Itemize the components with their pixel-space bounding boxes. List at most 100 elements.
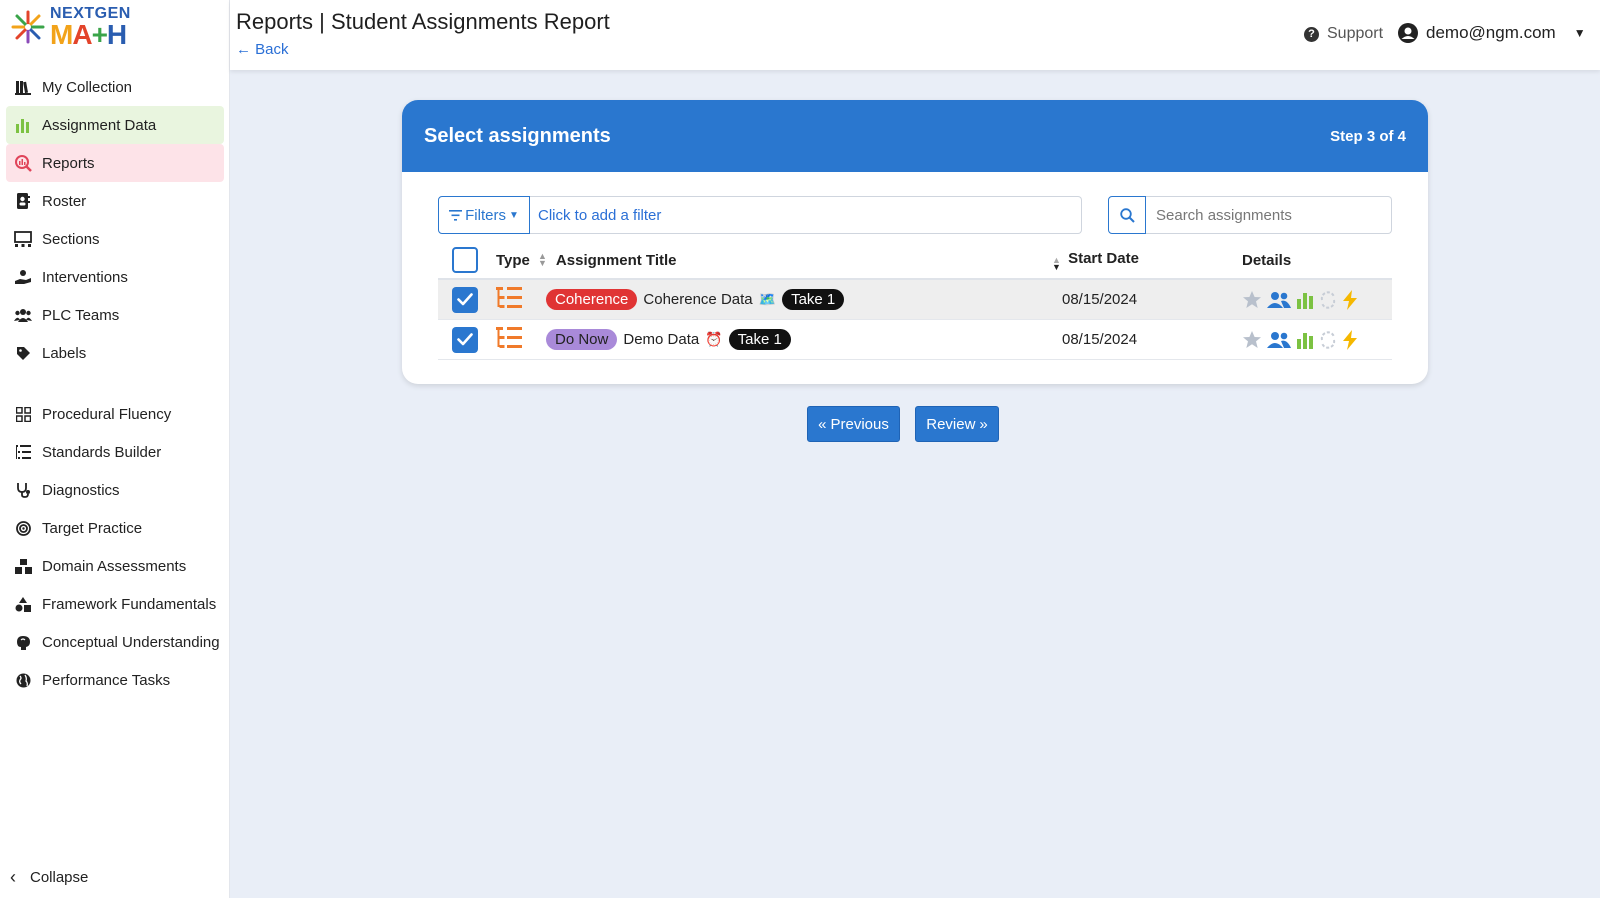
sidebar-item-conceptual-understanding[interactable]: Conceptual Understanding: [6, 623, 224, 661]
target-icon: [14, 519, 32, 537]
take-badge: Take 1: [782, 289, 845, 310]
star-icon[interactable]: [1242, 290, 1262, 309]
bar-chart-icon: [14, 116, 32, 134]
refresh-icon[interactable]: [1319, 330, 1337, 349]
user-menu[interactable]: demo@ngm.com ▼: [1398, 23, 1586, 43]
caret-down-icon: ▼: [508, 209, 519, 221]
header-title[interactable]: ▲ ▼ Assignment Title: [538, 252, 677, 269]
card-title: Select assignments: [424, 124, 611, 147]
sidebar-item-assignment-data[interactable]: Assignment Data: [6, 106, 224, 144]
start-date: 08/15/2024: [1062, 291, 1138, 308]
search-button[interactable]: [1108, 196, 1146, 234]
sidebar-item-performance-tasks[interactable]: Performance Tasks: [6, 661, 224, 699]
sections-icon: [14, 230, 32, 248]
sidebar-item-label: Target Practice: [42, 519, 143, 537]
sidebar-item-target-practice[interactable]: Target Practice: [6, 509, 224, 547]
sidebar-item-my-collection[interactable]: My Collection: [6, 68, 224, 106]
double-chevron-left-icon: «: [818, 415, 827, 433]
sidebar-item-label: Interventions: [42, 268, 128, 286]
sidebar-item-label: Performance Tasks: [42, 671, 171, 689]
back-link[interactable]: ← Back: [236, 41, 289, 58]
filters-button[interactable]: Filters ▼: [438, 196, 530, 234]
row-checkbox[interactable]: [452, 286, 478, 313]
students-icon[interactable]: [1267, 291, 1291, 309]
sidebar-item-label: PLC Teams: [42, 306, 120, 324]
row-checkbox[interactable]: [452, 326, 478, 353]
sidebar-item-sections[interactable]: Sections: [6, 220, 224, 258]
collapse-label: Collapse: [30, 869, 89, 886]
search-icon: [1119, 207, 1135, 223]
sidebar-item-label: Assignment Data: [42, 116, 157, 134]
sidebar-item-plc-teams[interactable]: PLC Teams: [6, 296, 224, 334]
type-list-icon: [496, 286, 522, 313]
review-button[interactable]: Review »: [915, 406, 999, 442]
sidebar-item-label: Framework Fundamentals: [42, 595, 217, 613]
sidebar-item-label: Reports: [42, 154, 95, 172]
star-icon[interactable]: [1242, 330, 1262, 349]
assignment-title[interactable]: Coherence Data: [643, 291, 752, 308]
students-icon[interactable]: [1267, 331, 1291, 349]
lightning-icon[interactable]: [1342, 289, 1358, 310]
check-icon: [457, 333, 473, 346]
sidebar-item-roster[interactable]: Roster: [6, 182, 224, 220]
support-label: Support: [1327, 25, 1384, 42]
back-label: Back: [255, 41, 289, 58]
details-icons: [1242, 289, 1358, 310]
header-type: Type: [496, 251, 530, 269]
alarm-clock-icon: ⏰: [705, 331, 723, 347]
bar-chart-icon[interactable]: [1296, 331, 1314, 349]
sidebar-item-label: Sections: [42, 230, 100, 248]
sidebar: NEXTGEN MA+H My Collection Assignment Da…: [0, 0, 230, 898]
sidebar-item-label: Procedural Fluency: [42, 405, 172, 423]
filter-icon: [449, 209, 463, 221]
list-icon: [14, 443, 32, 461]
sidebar-item-label: Standards Builder: [42, 443, 162, 461]
card-header: Select assignments Step 3 of 4: [402, 100, 1428, 172]
sidebar-item-label: Roster: [42, 192, 87, 210]
sidebar-item-label: My Collection: [42, 78, 133, 96]
support-link[interactable]: ? Support: [1304, 25, 1383, 43]
sidebar-item-diagnostics[interactable]: Diagnostics: [6, 471, 224, 509]
logo[interactable]: NEXTGEN MA+H: [10, 4, 131, 50]
header-date[interactable]: ▲ ▼ Start Date: [1052, 250, 1139, 272]
sidebar-item-labels[interactable]: Labels: [6, 334, 224, 372]
category-badge: Coherence: [546, 289, 638, 310]
table-row[interactable]: Do Now Demo Data ⏰ Take 1 08/15/2024: [438, 320, 1392, 360]
filters-label: Filters: [465, 206, 506, 224]
chevron-left-icon: ‹: [10, 867, 16, 887]
sort-icon: ▲ ▼: [538, 251, 547, 268]
step-indicator: Step 3 of 4: [1330, 127, 1406, 145]
brain-icon: [14, 633, 32, 651]
collapse-button[interactable]: ‹ Collapse: [10, 867, 88, 888]
search-input[interactable]: [1146, 196, 1392, 234]
assignment-title[interactable]: Demo Data: [623, 331, 699, 348]
sidebar-item-interventions[interactable]: Interventions: [6, 258, 224, 296]
select-all-checkbox[interactable]: [452, 247, 478, 273]
sidebar-item-framework-fundamentals[interactable]: Framework Fundamentals: [6, 585, 224, 623]
shapes-icon: [14, 595, 32, 613]
hand-icon: [14, 268, 32, 286]
sidebar-item-standards-builder[interactable]: Standards Builder: [6, 433, 224, 471]
user-avatar-icon: [1398, 23, 1418, 43]
header-title-label: Assignment Title: [555, 251, 677, 269]
tag-icon: [14, 344, 32, 362]
sidebar-item-label: Diagnostics: [42, 481, 120, 499]
table-row[interactable]: Coherence Coherence Data 🗺️ Take 1 08/15…: [438, 280, 1392, 320]
type-list-icon: [496, 326, 522, 353]
filter-input[interactable]: Click to add a filter: [530, 196, 1082, 234]
double-chevron-right-icon: »: [979, 415, 988, 433]
review-label: Review: [926, 415, 976, 433]
magnify-chart-icon: [14, 154, 32, 172]
top-header: Reports | Student Assignments Report ← B…: [230, 0, 1600, 70]
sidebar-item-domain-assessments[interactable]: Domain Assessments: [6, 547, 224, 585]
previous-button[interactable]: « Previous: [807, 406, 900, 442]
bar-chart-icon[interactable]: [1296, 291, 1314, 309]
refresh-icon[interactable]: [1319, 290, 1337, 309]
table-header: Type ▲ ▼ Assignment Title ▲ ▼ Start Date D…: [438, 242, 1392, 280]
sidebar-item-procedural-fluency[interactable]: Procedural Fluency: [6, 395, 224, 433]
map-icon: 🗺️: [758, 291, 777, 307]
lightning-icon[interactable]: [1342, 329, 1358, 350]
sidebar-item-reports[interactable]: Reports: [6, 144, 224, 182]
cubes-icon: [14, 557, 32, 575]
sidebar-item-label: Domain Assessments: [42, 557, 187, 575]
